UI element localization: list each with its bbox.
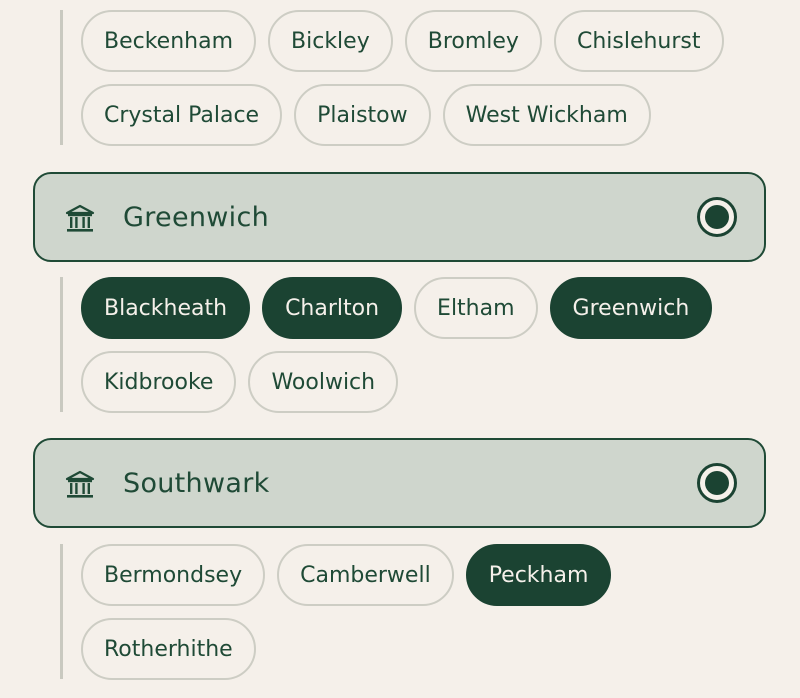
- area-chip-blackheath[interactable]: Blackheath: [81, 277, 251, 339]
- area-chip-woolwich[interactable]: Woolwich: [248, 351, 399, 413]
- bromley-area-chips: Beckenham Bickley Bromley Chislehurst Cr…: [60, 10, 780, 146]
- area-chip-crystal-palace[interactable]: Crystal Palace: [81, 84, 283, 146]
- area-chip-bromley[interactable]: Bromley: [404, 10, 542, 72]
- bank-icon: [65, 470, 95, 498]
- area-chip-rotherhithe[interactable]: Rotherhithe: [81, 618, 256, 680]
- chip-row: Kidbrooke Woolwich: [81, 351, 780, 413]
- chip-row: Crystal Palace Plaistow West Wickham: [81, 84, 780, 146]
- area-chip-bermondsey[interactable]: Bermondsey: [81, 544, 266, 606]
- bank-icon: [65, 204, 95, 232]
- area-chip-greenwich[interactable]: Greenwich: [549, 277, 713, 339]
- area-chip-plaistow[interactable]: Plaistow: [294, 84, 431, 146]
- southwark-area-chips: Bermondsey Camberwell Peckham Rotherhith…: [60, 544, 780, 680]
- area-chip-eltham[interactable]: Eltham: [414, 277, 538, 339]
- borough-header-southwark[interactable]: Southwark: [33, 438, 766, 528]
- borough-radio-southwark[interactable]: [697, 463, 737, 503]
- area-chip-chislehurst[interactable]: Chislehurst: [553, 10, 724, 72]
- area-chip-charlton[interactable]: Charlton: [262, 277, 403, 339]
- chip-row: Bermondsey Camberwell Peckham: [81, 544, 780, 606]
- borough-title: Southwark: [123, 467, 270, 499]
- borough-header-greenwich[interactable]: Greenwich: [33, 172, 766, 262]
- chip-row: Beckenham Bickley Bromley Chislehurst: [81, 10, 780, 72]
- area-chip-camberwell[interactable]: Camberwell: [277, 544, 454, 606]
- radio-selected-dot: [705, 471, 729, 495]
- borough-title: Greenwich: [123, 201, 270, 233]
- area-chip-beckenham[interactable]: Beckenham: [81, 10, 257, 72]
- area-chip-bickley[interactable]: Bickley: [268, 10, 393, 72]
- borough-area-selector: Beckenham Bickley Bromley Chislehurst Cr…: [0, 0, 800, 698]
- chip-row: Rotherhithe: [81, 618, 780, 680]
- greenwich-area-chips: Blackheath Charlton Eltham Greenwich Kid…: [60, 277, 780, 413]
- chip-row: Blackheath Charlton Eltham Greenwich: [81, 277, 780, 339]
- borough-radio-greenwich[interactable]: [697, 197, 737, 237]
- area-chip-west-wickham[interactable]: West Wickham: [442, 84, 651, 146]
- area-chip-peckham[interactable]: Peckham: [465, 544, 612, 606]
- area-chip-kidbrooke[interactable]: Kidbrooke: [81, 351, 237, 413]
- radio-selected-dot: [705, 205, 729, 229]
